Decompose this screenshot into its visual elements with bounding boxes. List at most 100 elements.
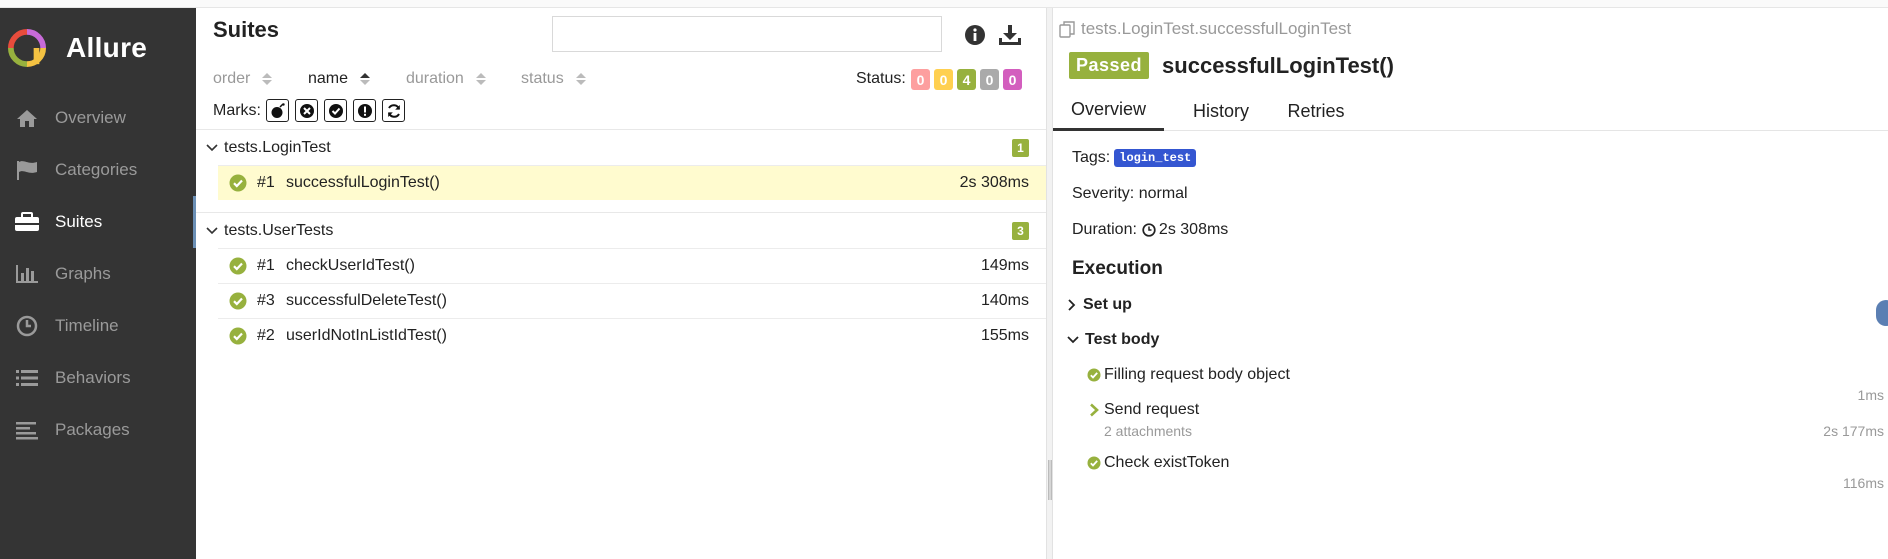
chevron-right-icon (1067, 299, 1077, 311)
table-row[interactable]: #2 userIdNotInListIdTest() 155ms (218, 318, 1046, 353)
briefcase-icon (14, 211, 40, 233)
duration-line: Duration: 2s 308ms (1072, 221, 1228, 239)
step-row[interactable]: Send request (1087, 401, 1199, 419)
sidebar-item-graphs[interactable]: Graphs (0, 248, 196, 300)
status-filter-unknown[interactable]: 0 (1003, 69, 1022, 90)
chevron-right-icon (1087, 403, 1101, 417)
tags-label: Tags: (1072, 149, 1111, 166)
exclamation-circle-icon (357, 103, 372, 118)
status-filter-skipped[interactable]: 0 (980, 69, 999, 90)
avatar[interactable] (1876, 300, 1888, 326)
sidebar-item-behaviors[interactable]: Behaviors (0, 352, 196, 404)
info-icon (965, 25, 985, 45)
marks-label: Marks: (213, 102, 261, 119)
sidebar-item-label: Overview (55, 108, 126, 127)
step-duration: 1ms (1857, 387, 1884, 403)
table-row[interactable]: #1 checkUserIdTest() 149ms (218, 248, 1046, 283)
app-name: Allure (66, 32, 148, 63)
sidebar-item-timeline[interactable]: Timeline (0, 300, 196, 352)
mark-new-failed-button[interactable] (295, 99, 318, 122)
marks-bar: Marks: (196, 98, 1046, 124)
step-name: Send request (1104, 401, 1200, 418)
suite-group-header[interactable]: tests.LoginTest 1 (196, 130, 1046, 165)
times-circle-icon (299, 103, 314, 118)
row-duration: 2s 308ms (959, 174, 1029, 191)
sidebar-item-label: Packages (55, 420, 130, 439)
sidebar-item-label: Behaviors (55, 368, 131, 387)
tab-retries[interactable]: Retries (1278, 91, 1354, 131)
test-header: Passed successfulLoginTest() (1069, 52, 1394, 79)
breadcrumb[interactable]: tests.LoginTest.successfulLoginTest (1059, 19, 1351, 39)
download-icon (999, 25, 1021, 45)
status-filter-label: Status: (856, 70, 906, 87)
sort-label: name (308, 70, 349, 87)
sidebar-item-suites[interactable]: Suites (0, 196, 196, 248)
sidebar-item-packages[interactable]: Packages (0, 404, 196, 456)
bar-chart-icon (14, 263, 40, 285)
download-button[interactable] (997, 22, 1023, 48)
table-row[interactable]: #3 successfulDeleteTest() 140ms (218, 283, 1046, 318)
sidebar-item-overview[interactable]: Overview (0, 92, 196, 144)
test-title: successfulLoginTest() (1162, 52, 1394, 78)
brand[interactable]: Allure (0, 8, 196, 88)
drag-handle-icon (1048, 460, 1052, 500)
align-left-icon (14, 419, 40, 441)
check-circle-icon (229, 292, 247, 310)
test-details-pane: tests.LoginTest.successfulLoginTest Pass… (1053, 8, 1888, 559)
setup-label: Set up (1083, 296, 1132, 313)
sort-by-order[interactable]: order (213, 70, 273, 88)
check-circle-icon (229, 174, 247, 192)
mark-new-broken-button[interactable] (353, 99, 376, 122)
execution-heading: Execution (1072, 258, 1163, 279)
sort-arrows-icon (475, 73, 486, 85)
sidebar-item-label: Suites (55, 212, 103, 231)
suite-group-header[interactable]: tests.UserTests 3 (196, 213, 1046, 248)
sort-label: duration (406, 70, 464, 87)
pane-splitter[interactable] (1046, 8, 1053, 559)
home-icon (14, 107, 40, 129)
flag-icon (14, 159, 40, 181)
suites-pane: Suites order name duration status Status… (196, 8, 1046, 559)
step-name: Filling request body object (1104, 366, 1290, 383)
sidebar-item-label: Timeline (55, 316, 119, 335)
mark-retries-button[interactable] (382, 99, 405, 122)
sidebar-item-label: Categories (55, 160, 138, 179)
step-row[interactable]: Check existToken (1087, 454, 1229, 472)
tab-overview[interactable]: Overview (1053, 91, 1164, 131)
tags-line: Tags: login_test (1072, 149, 1197, 167)
allure-logo-icon (8, 29, 46, 67)
search-input[interactable] (552, 16, 942, 52)
sort-arrows-icon (360, 73, 371, 85)
sort-by-duration[interactable]: duration (406, 70, 486, 88)
tag-pill[interactable]: login_test (1114, 149, 1197, 167)
suite-group-count-badge: 3 (1012, 222, 1029, 240)
page-title: Suites (213, 17, 280, 42)
step-duration: 116ms (1843, 475, 1884, 491)
suite-group-count-badge: 1 (1012, 139, 1029, 157)
info-button[interactable] (962, 22, 988, 48)
sort-by-status[interactable]: status (521, 70, 586, 88)
test-body-toggle[interactable]: Test body (1067, 331, 1159, 349)
suite-group-name: tests.LoginTest (224, 138, 331, 156)
mark-new-passed-button[interactable] (324, 99, 347, 122)
row-test-name: successfulDeleteTest() (286, 292, 447, 309)
suite-group: tests.UserTests 3 #1 checkUserIdTest() 1… (196, 212, 1046, 353)
table-row[interactable]: #1 successfulLoginTest() 2s 308ms (218, 165, 1046, 200)
step-row[interactable]: Filling request body object (1087, 366, 1290, 384)
check-circle-icon (328, 103, 343, 118)
clock-icon (14, 315, 40, 337)
setup-toggle[interactable]: Set up (1067, 296, 1132, 314)
sidebar-item-categories[interactable]: Categories (0, 144, 196, 196)
bomb-icon (271, 102, 285, 118)
status-filter-broken[interactable]: 0 (934, 69, 953, 90)
check-circle-icon (229, 257, 247, 275)
tab-history[interactable]: History (1181, 91, 1261, 131)
mark-flaky-button[interactable] (266, 99, 289, 122)
step-attachments: 2 attachments (1104, 423, 1192, 439)
status-filter-failed[interactable]: 0 (911, 69, 930, 90)
copy-icon[interactable] (1059, 20, 1075, 38)
status-filter-passed[interactable]: 4 (957, 69, 976, 90)
sort-by-name[interactable]: name (308, 70, 371, 88)
row-duration: 155ms (980, 327, 1029, 344)
